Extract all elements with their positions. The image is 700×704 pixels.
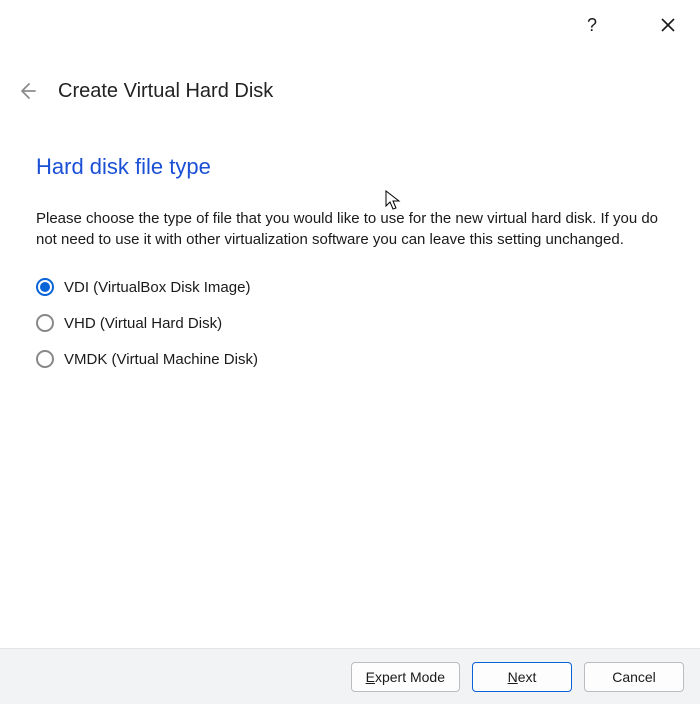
close-icon	[660, 17, 676, 33]
disk-type-radio-group: VDI (VirtualBox Disk Image) VHD (Virtual…	[36, 278, 664, 368]
button-label: Next	[508, 669, 537, 685]
button-label: Cancel	[612, 669, 656, 685]
radio-option-vdi[interactable]: VDI (VirtualBox Disk Image)	[36, 278, 664, 296]
button-label: Expert Mode	[366, 669, 445, 685]
wizard-content: Hard disk file type Please choose the ty…	[0, 104, 700, 368]
help-icon: ?	[587, 15, 597, 36]
radio-label: VHD (Virtual Hard Disk)	[64, 315, 222, 332]
radio-icon	[36, 314, 54, 332]
section-heading: Hard disk file type	[36, 154, 664, 180]
next-button[interactable]: Next	[472, 662, 572, 692]
help-button[interactable]: ?	[578, 11, 606, 39]
radio-label: VMDK (Virtual Machine Disk)	[64, 351, 258, 368]
radio-option-vhd[interactable]: VHD (Virtual Hard Disk)	[36, 314, 664, 332]
back-button[interactable]	[14, 78, 40, 104]
wizard-title: Create Virtual Hard Disk	[58, 80, 273, 103]
window-titlebar: ?	[0, 0, 700, 50]
radio-label: VDI (VirtualBox Disk Image)	[64, 279, 250, 296]
radio-option-vmdk[interactable]: VMDK (Virtual Machine Disk)	[36, 350, 664, 368]
section-description: Please choose the type of file that you …	[36, 208, 664, 250]
wizard-footer: Expert Mode Next Cancel	[0, 648, 700, 704]
expert-mode-button[interactable]: Expert Mode	[351, 662, 460, 692]
radio-icon	[36, 350, 54, 368]
cancel-button[interactable]: Cancel	[584, 662, 684, 692]
wizard-header: Create Virtual Hard Disk	[0, 50, 700, 104]
radio-icon	[36, 278, 54, 296]
arrow-left-icon	[17, 81, 37, 101]
close-button[interactable]	[654, 11, 682, 39]
